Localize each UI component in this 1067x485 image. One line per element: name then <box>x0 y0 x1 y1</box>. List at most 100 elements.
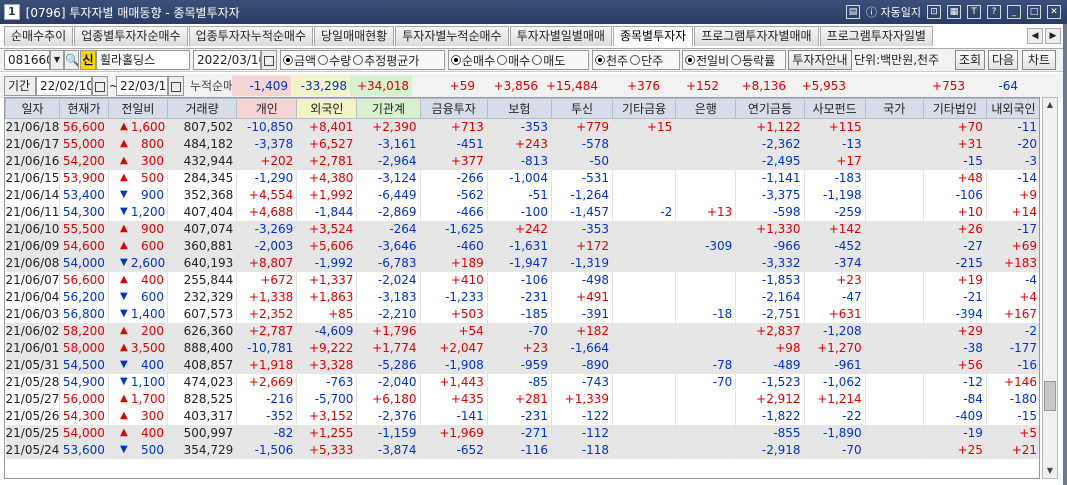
tab-7[interactable]: 프로그램투자자별매매 <box>694 26 819 46</box>
column-header-16[interactable]: 내외국인 <box>985 98 1039 119</box>
column-header-11[interactable]: 은행 <box>675 98 737 119</box>
table-row[interactable]: 21/06/02 58,200 ▲ 200 626,360 +2,787 -4,609 +1,… <box>5 322 1039 340</box>
radio-icon[interactable] <box>630 55 641 65</box>
investor-cell: -177 <box>986 339 1039 357</box>
period-to-input[interactable]: 22/03/10 <box>116 76 168 96</box>
tab-2[interactable]: 업종투자자누적순매수 <box>188 26 313 46</box>
radio-icon[interactable] <box>685 55 695 65</box>
value-group-option-1[interactable]: 수량 <box>318 52 351 69</box>
tab-next-icon[interactable]: ▶ <box>1045 28 1061 44</box>
period-to-calendar-icon[interactable] <box>168 76 184 96</box>
table-row[interactable]: 21/06/11 54,300 ▼ 1,200 407,404 +4,688 -1,844-… <box>5 203 1039 221</box>
table-row[interactable]: 21/06/08 54,000 ▼ 2,600 640,193 +8,807 -1,992-… <box>5 254 1039 272</box>
table-row[interactable]: 21/06/10 55,500 ▲ 900 407,074 -3,269 +3,524 -26… <box>5 220 1039 238</box>
table-row[interactable]: 21/06/15 53,900 ▲ 500 284,345 -1,290 +4,380 -3,… <box>5 169 1039 187</box>
unit-group-option-1[interactable]: 단주 <box>630 52 663 69</box>
trade-group-option-0[interactable]: 순매수 <box>451 52 495 69</box>
radio-icon[interactable] <box>532 55 543 65</box>
tab-1[interactable]: 업종별투자자순매수 <box>74 26 188 46</box>
chart-button[interactable]: 차트 <box>1022 50 1056 70</box>
investor-cell <box>865 373 924 391</box>
column-header-2[interactable]: 전일비 <box>107 98 168 119</box>
radio-icon[interactable] <box>731 55 742 65</box>
table-row[interactable]: 21/05/31 54,500 ▼ 400 408,857 +1,918 +3,328 -5,… <box>5 356 1039 374</box>
table-row[interactable]: 21/05/27 56,000 ▲ 1,700 828,525 -216 -5,700 +6,… <box>5 390 1039 408</box>
memo-icon[interactable]: ▤ <box>846 5 861 19</box>
column-header-15[interactable]: 기타법인 <box>922 98 987 119</box>
tab-6[interactable]: 종목별투자자 <box>612 26 694 46</box>
table-row[interactable]: 21/06/16 54,200 ▲ 300 432,944 +202 +2,781 -2,96… <box>5 152 1039 170</box>
stock-code-input[interactable]: 081660 <box>4 50 50 70</box>
table-row[interactable]: 21/06/14 53,400 ▼ 900 352,368 +4,554 +1,992 -6,… <box>5 186 1039 204</box>
table-row[interactable]: 21/06/03 56,800 ▼ 1,400 607,573 +2,352 +85 -2,2… <box>5 305 1039 323</box>
table-row[interactable]: 21/06/07 56,600 ▲ 400 255,844 +672 +1,337 -2,02… <box>5 271 1039 289</box>
trade-group-option-1[interactable]: 매수 <box>497 52 530 69</box>
column-header-5[interactable]: 외국인 <box>296 98 358 119</box>
stock-name-field[interactable]: 휠라홀딩스 <box>96 50 190 70</box>
table-row[interactable]: 21/06/17 55,000 ▲ 800 484,182 -3,378 +6,527 -3,… <box>5 135 1039 153</box>
pin-icon[interactable]: T <box>967 5 981 19</box>
tab-0[interactable]: 순매수추이 <box>4 26 74 46</box>
column-header-12[interactable]: 연기금등 <box>735 98 805 119</box>
column-header-0[interactable]: 일자 <box>5 98 60 119</box>
column-header-3[interactable]: 거래량 <box>166 98 238 119</box>
unit-group-option-0[interactable]: 천주 <box>595 52 628 69</box>
tab-3[interactable]: 당일매매현황 <box>313 26 395 46</box>
investor-guide-button[interactable]: 투자자안내 <box>788 50 852 70</box>
table-row[interactable]: 21/06/09 54,600 ▲ 600 360,881 -2,003 +5,606 -3,… <box>5 237 1039 255</box>
radio-icon[interactable] <box>451 55 461 65</box>
investor-cell: +4,688 <box>236 203 298 221</box>
calendar-icon[interactable] <box>261 50 277 70</box>
stock-code-dropdown-icon[interactable]: ▼ <box>50 50 64 70</box>
table-row[interactable]: 21/06/18 56,600 ▲ 1,600 807,502 -10,850 +8,401… <box>5 118 1039 136</box>
value-group-option-0[interactable]: 금액 <box>283 52 316 69</box>
column-header-10[interactable]: 기타금융 <box>612 98 677 119</box>
minimize-icon[interactable]: _ <box>1007 5 1021 19</box>
next-button[interactable]: 다음 <box>988 50 1018 70</box>
period-from-calendar-icon[interactable] <box>92 76 108 96</box>
up-arrow-icon: ▲ <box>120 274 128 285</box>
table-row[interactable]: 21/05/28 54,900 ▼ 1,100 474,023 +2,669 -763 -2,… <box>5 373 1039 391</box>
scroll-up-icon[interactable]: ▲ <box>1043 98 1057 112</box>
vertical-scrollbar[interactable]: ▲ ▼ <box>1042 97 1058 479</box>
link-icon[interactable]: ⊡ <box>927 5 941 19</box>
column-header-6[interactable]: 기관계 <box>356 98 421 119</box>
table-row[interactable]: 21/05/24 53,600 ▼ 500 354,729 -1,506 +5,333 -3,… <box>5 441 1039 459</box>
tab-5[interactable]: 투자자별일별매매 <box>509 26 612 46</box>
table-row[interactable]: 21/06/04 56,200 ▼ 600 232,329 +1,338 +1,863 -3,… <box>5 288 1039 306</box>
rate-group-option-1[interactable]: 등락률 <box>731 52 775 69</box>
period-from-input[interactable]: 22/02/10 <box>36 76 92 96</box>
help-icon[interactable]: ? <box>987 5 1001 19</box>
tab-8[interactable]: 프로그램투자자일별 <box>819 26 933 46</box>
column-header-1[interactable]: 현재가 <box>58 98 109 119</box>
search-icon[interactable]: 🔍 <box>64 50 79 70</box>
maximize-icon[interactable]: □ <box>1027 5 1041 19</box>
column-header-8[interactable]: 보험 <box>486 98 552 119</box>
radio-icon[interactable] <box>353 55 364 65</box>
radio-icon[interactable] <box>283 55 293 65</box>
column-header-13[interactable]: 사모펀드 <box>803 98 866 119</box>
auto-journal-button[interactable]: ⓘ 자동일지 <box>866 4 921 20</box>
value-group-option-2[interactable]: 추정평균가 <box>353 52 419 69</box>
table-row[interactable]: 21/05/26 54,300 ▲ 300 403,317 -352 +3,152 -2,37… <box>5 407 1039 425</box>
tab-4[interactable]: 투자자별누적순매수 <box>395 26 509 46</box>
trade-group-option-2[interactable]: 매도 <box>532 52 565 69</box>
table-row[interactable]: 21/05/25 54,000 ▲ 400 500,997 -82 +1,255 -1,159… <box>5 424 1039 442</box>
investor-cell: +2,390 <box>356 118 421 136</box>
grid-icon[interactable]: ▦ <box>947 5 961 19</box>
date-input[interactable]: 2022/03/10 <box>193 50 261 70</box>
tab-prev-icon[interactable]: ◀ <box>1027 28 1043 44</box>
scroll-down-icon[interactable]: ▼ <box>1043 464 1057 478</box>
column-header-14[interactable]: 국가 <box>864 98 924 119</box>
rate-group-option-0[interactable]: 전일비 <box>685 52 729 69</box>
radio-icon[interactable] <box>318 55 329 65</box>
column-header-7[interactable]: 금융투자 <box>419 98 488 119</box>
radio-icon[interactable] <box>497 55 508 65</box>
close-icon[interactable]: ✕ <box>1047 5 1061 19</box>
scrollbar-thumb[interactable] <box>1044 381 1056 411</box>
column-header-9[interactable]: 투신 <box>550 98 614 119</box>
column-header-4[interactable]: 개인 <box>236 98 298 119</box>
query-button[interactable]: 조회 <box>955 50 985 70</box>
table-row[interactable]: 21/06/01 58,000 ▲ 3,500 888,400 -10,781 +9,222… <box>5 339 1039 357</box>
radio-icon[interactable] <box>595 55 605 65</box>
